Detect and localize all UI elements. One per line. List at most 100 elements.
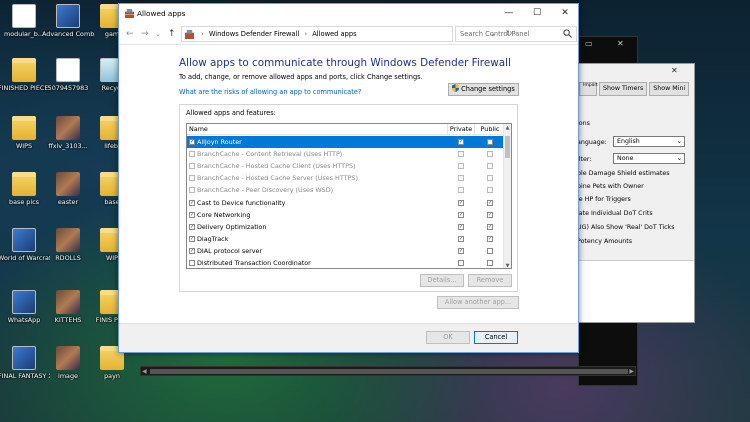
allow-another-app-button[interactable]: Allow another app... — [437, 296, 519, 309]
app-enabled-checkbox[interactable] — [189, 187, 195, 194]
remove-button[interactable]: Remove — [468, 274, 512, 287]
minimize-button[interactable]: — — [495, 4, 523, 23]
public-checkbox[interactable]: ✓ — [487, 223, 493, 230]
scroll-right-icon[interactable]: ▶ — [629, 367, 634, 376]
app-enabled-checkbox[interactable] — [189, 151, 195, 158]
app-enabled-checkbox[interactable]: ✓ — [189, 223, 195, 230]
app-row[interactable]: Distributed Transaction Coordinator — [187, 257, 505, 268]
language-select[interactable]: English ⌄ — [613, 136, 685, 147]
app-enabled-checkbox[interactable]: ✓ — [189, 139, 195, 145]
public-checkbox[interactable] — [487, 260, 493, 266]
ok-button[interactable]: OK — [426, 331, 470, 344]
app-enabled-checkbox[interactable] — [189, 163, 195, 170]
private-checkbox[interactable] — [458, 151, 464, 158]
column-public[interactable]: Public — [474, 124, 505, 135]
show-timers-button[interactable]: Show Timers — [599, 82, 648, 96]
forward-arrow-icon[interactable]: → — [141, 27, 149, 41]
app-row[interactable]: ✓ DIAL protocol server ✓ — [187, 245, 505, 257]
app-enabled-checkbox[interactable]: ✓ — [189, 211, 195, 218]
private-checkbox[interactable]: ✓ — [458, 235, 464, 242]
app-row[interactable]: BranchCache - Hosted Cache Server (Uses … — [187, 172, 505, 184]
recent-locations-icon[interactable]: ⌄ — [155, 27, 161, 41]
private-checkbox[interactable] — [458, 175, 464, 182]
page-title: Allow apps to communicate through Window… — [179, 57, 511, 69]
show-mini-button[interactable]: Show Mini — [649, 82, 690, 96]
public-checkbox[interactable] — [487, 139, 493, 145]
public-checkbox[interactable]: ✓ — [487, 235, 493, 242]
app-row[interactable]: ✓ AllJoyn Router ✓ — [187, 136, 505, 149]
public-checkbox[interactable] — [487, 175, 493, 182]
public-checkbox[interactable] — [487, 151, 493, 158]
breadcrumb-allowed-apps[interactable]: Allowed apps — [312, 30, 356, 38]
scroll-thumb[interactable] — [505, 136, 510, 158]
private-checkbox[interactable] — [458, 260, 464, 266]
option-combine-pets[interactable]: bine Pets with Owner — [577, 183, 644, 190]
doc-icon — [12, 4, 36, 28]
public-checkbox[interactable] — [487, 187, 493, 194]
app-name: BranchCache - Content Retrieval (Uses HT… — [197, 150, 343, 159]
public-checkbox[interactable] — [487, 163, 493, 170]
scroll-thumb[interactable] — [150, 369, 628, 374]
close-icon[interactable]: ✕ — [617, 39, 624, 48]
app-enabled-checkbox[interactable]: ✓ — [189, 199, 195, 206]
cancel-button[interactable]: Cancel — [474, 331, 518, 344]
app-enabled-checkbox[interactable] — [189, 260, 195, 266]
app-row[interactable]: BranchCache - Content Retrieval (Uses HT… — [187, 148, 505, 160]
scroll-down-icon[interactable]: ▼ — [504, 263, 511, 268]
search-input[interactable]: Search Control Panel — [455, 26, 577, 42]
public-checkbox[interactable] — [487, 247, 493, 254]
private-checkbox[interactable]: ✓ — [458, 211, 464, 218]
back-arrow-icon[interactable]: ← — [126, 27, 134, 41]
app-enabled-checkbox[interactable] — [189, 175, 195, 182]
app-row[interactable]: ✓ Delivery Optimization ✓ ✓ — [187, 221, 505, 233]
chevron-down-icon: ⌄ — [676, 138, 682, 145]
public-checkbox[interactable]: ✓ — [487, 199, 493, 206]
app-row[interactable]: ✓ Core Networking ✓ ✓ — [187, 209, 505, 221]
app-name: Distributed Transaction Coordinator — [197, 259, 311, 267]
vertical-scrollbar[interactable]: ▲ ▼ — [503, 124, 511, 268]
filter-select[interactable]: None ⌄ — [613, 153, 685, 164]
risks-link[interactable]: What are the risks of allowing an app to… — [179, 88, 361, 96]
breadcrumb-firewall[interactable]: Windows Defender Firewall — [209, 30, 299, 38]
option-damage-shield[interactable]: ble Damage Shield estimates — [577, 170, 670, 177]
details-button[interactable]: Details... — [420, 274, 464, 287]
allowed-apps-group: Allowed apps and features: Name Private … — [179, 104, 518, 292]
close-icon[interactable]: ✕ — [671, 66, 678, 75]
breadcrumb[interactable]: › Windows Defender Firewall › Allowed ap… — [181, 26, 512, 42]
private-checkbox[interactable]: ✓ — [458, 223, 464, 230]
private-checkbox[interactable]: ✓ — [458, 199, 464, 206]
public-checkbox[interactable]: ✓ — [487, 211, 493, 218]
app-name: BranchCache - Hosted Cache Client (Uses … — [197, 162, 356, 171]
option-potency-amounts[interactable]: Potency Amounts — [577, 238, 632, 245]
private-checkbox[interactable] — [458, 163, 464, 170]
image-icon — [56, 228, 80, 252]
up-arrow-icon[interactable]: ↑ — [168, 27, 176, 41]
import-xml-button[interactable]: Import XML — [579, 82, 609, 96]
app-enabled-checkbox[interactable]: ✓ — [189, 235, 195, 242]
option-dot-crits[interactable]: late Individual DoT Crits — [577, 210, 653, 217]
app-enabled-checkbox[interactable]: ✓ — [189, 247, 195, 254]
close-button[interactable]: ✕ — [551, 4, 579, 23]
app-icon — [12, 346, 36, 370]
column-name[interactable]: Name — [189, 124, 208, 135]
private-checkbox[interactable] — [458, 187, 464, 194]
title-bar[interactable]: Allowed apps — ☐ ✕ — [119, 4, 578, 23]
allowed-apps-list[interactable]: Name Private Public ✓ AllJoyn Router ✓ Bran… — [186, 123, 512, 269]
scroll-left-icon[interactable]: ◀ — [142, 367, 147, 376]
app-row[interactable]: ✓ DiagTrack ✓ ✓ — [187, 233, 505, 245]
private-checkbox[interactable]: ✓ — [458, 247, 464, 254]
private-checkbox[interactable]: ✓ — [458, 139, 464, 145]
chevron-down-icon: ⌄ — [676, 155, 682, 162]
app-row[interactable]: BranchCache - Hosted Cache Client (Uses … — [187, 160, 505, 172]
option-hp-triggers[interactable]: le HP for Triggers — [577, 196, 631, 203]
uac-shield-icon — [452, 84, 460, 92]
change-settings-button[interactable]: Change settings — [448, 83, 519, 96]
column-private[interactable]: Private — [447, 124, 474, 135]
app-row[interactable]: ✓ Cast to Device functionality ✓ ✓ — [187, 197, 505, 209]
app-row[interactable]: BranchCache - Peer Discovery (Uses WSD) — [187, 184, 505, 196]
scroll-up-icon[interactable]: ▲ — [504, 125, 511, 131]
option-real-dot-ticks[interactable]: UG) Also Show 'Real' DoT Ticks — [577, 224, 675, 231]
maximize-button[interactable]: ☐ — [523, 4, 551, 23]
horizontal-scrollbar[interactable]: ◀ ▶ — [140, 366, 636, 376]
minimize-icon[interactable]: ▭ — [585, 39, 593, 48]
